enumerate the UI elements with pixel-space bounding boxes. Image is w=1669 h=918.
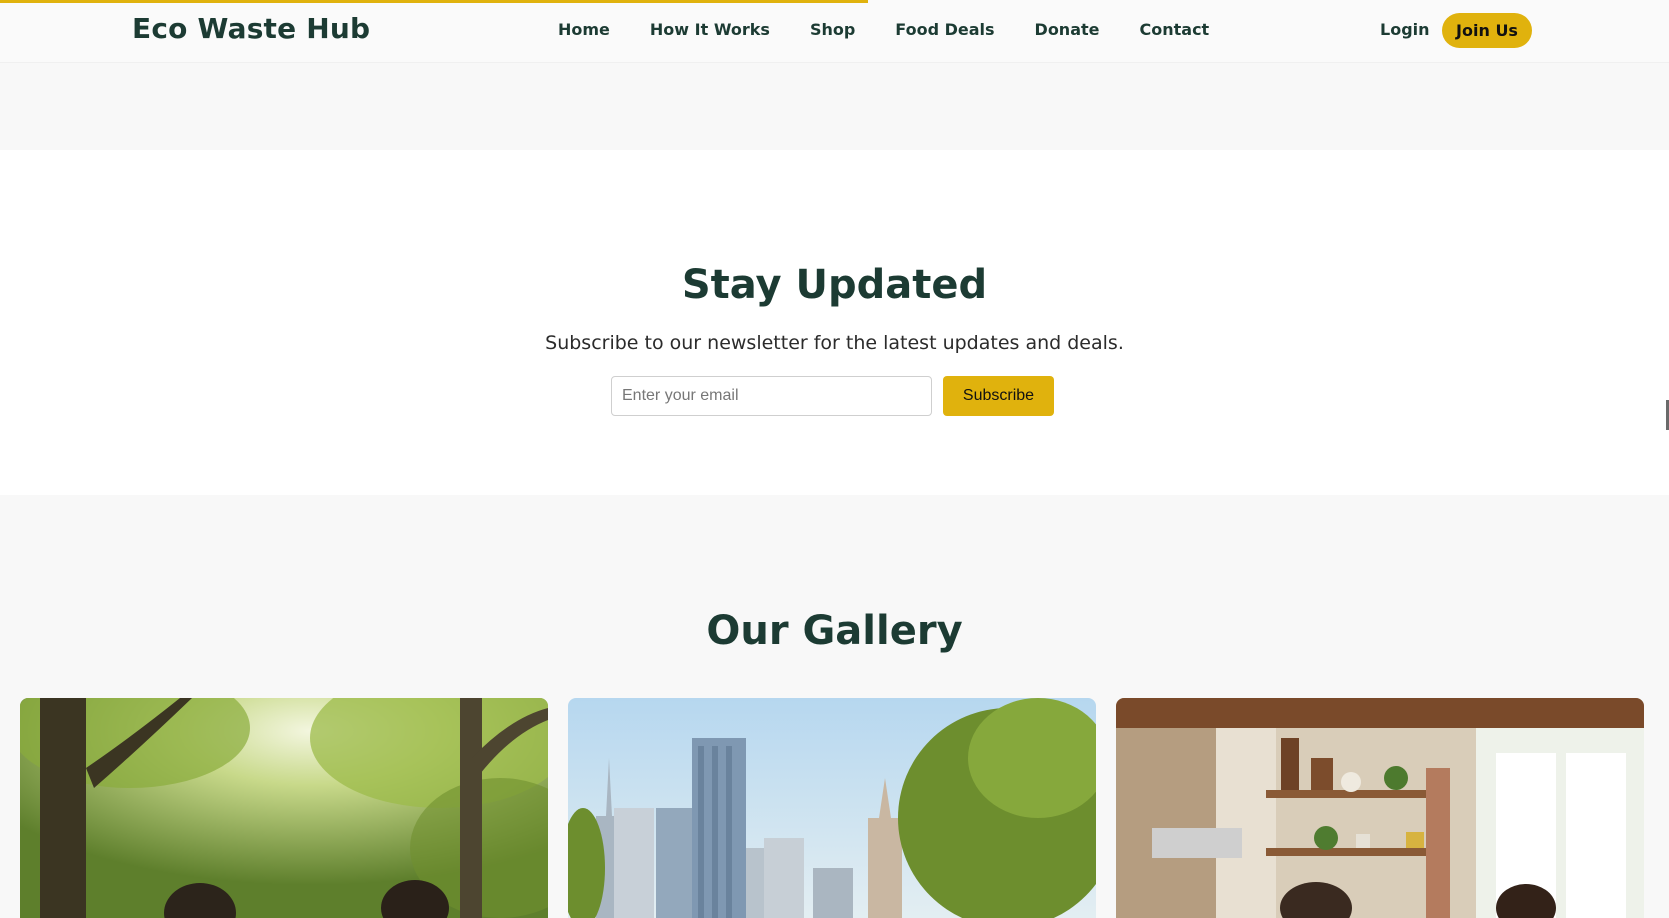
nav-home-link[interactable]: Home [558, 20, 610, 39]
gallery-image-forest[interactable] [20, 698, 548, 918]
gallery-image-kitchen[interactable] [1116, 698, 1644, 918]
subscribe-button[interactable]: Subscribe [943, 376, 1054, 416]
scroll-progress-bar [0, 0, 868, 3]
forest-people-image [20, 698, 548, 918]
join-us-button[interactable]: Join Us [1442, 13, 1532, 48]
nav-contact-link[interactable]: Contact [1140, 20, 1210, 39]
newsletter-subtitle: Subscribe to our newsletter for the late… [545, 332, 1124, 354]
email-input[interactable] [611, 376, 932, 416]
nav-how-it-works-link[interactable]: How It Works [650, 20, 770, 39]
newsletter-title: Stay Updated [681, 262, 988, 308]
site-logo[interactable]: Eco Waste Hub [132, 12, 370, 45]
nav-donate-link[interactable]: Donate [1035, 20, 1100, 39]
city-skyline-image [568, 698, 1096, 918]
gallery-title: Our Gallery [706, 608, 963, 654]
site-header: Eco Waste Hub Home How It Works Shop Foo… [0, 0, 1669, 62]
nav-food-deals-link[interactable]: Food Deals [895, 20, 994, 39]
login-link[interactable]: Login [1380, 20, 1430, 39]
newsletter-section: Stay Updated Subscribe to our newsletter… [0, 150, 1669, 495]
gallery-image-city[interactable] [568, 698, 1096, 918]
nav-shop-link[interactable]: Shop [810, 20, 855, 39]
main-nav: Home How It Works Shop Food Deals Donate… [558, 20, 1209, 39]
kitchen-people-image [1116, 698, 1644, 918]
